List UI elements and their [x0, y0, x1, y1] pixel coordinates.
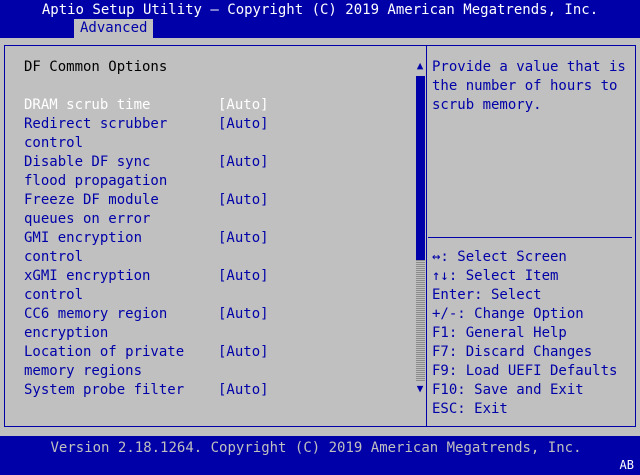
menu-item[interactable]: Disable DF sync flood propagation [Auto] — [24, 153, 269, 191]
menu-item[interactable]: DRAM scrub time [Auto] — [24, 96, 269, 115]
menu-item[interactable]: Location of private memory regions [Auto] — [24, 343, 269, 381]
menu-item[interactable]: Redirect scrubber control [Auto] — [24, 115, 269, 153]
scroll-up-arrow-icon[interactable]: ▲ — [414, 60, 426, 72]
menu-title: DF Common Options — [24, 59, 168, 75]
key-hint: +/-: Change Option — [432, 306, 584, 322]
menu-item-label: Disable DF sync — [24, 154, 151, 170]
help-separator — [428, 237, 632, 238]
app-title: Aptio Setup Utility – Copyright (C) 2019… — [41, 2, 599, 18]
menu-item-value[interactable]: [Auto] — [218, 267, 269, 286]
menu-item-label: Freeze DF module — [24, 192, 159, 208]
scroll-down-arrow-icon[interactable]: ▼ — [414, 383, 426, 395]
menu-item[interactable]: System probe filter [Auto] — [24, 381, 269, 400]
menu-item-label: Redirect scrubber — [24, 116, 168, 132]
key-hint: F9: Load UEFI Defaults — [432, 363, 618, 379]
scrollbar-thumb[interactable] — [416, 76, 425, 260]
menu-item-label: encryption — [24, 325, 109, 341]
menu-item[interactable]: Freeze DF module queues on error [Auto] — [24, 191, 269, 229]
key-hint: ↑↓: Select Item — [432, 268, 559, 284]
menu-item-label: control — [24, 249, 84, 265]
status-badge: AB — [619, 458, 634, 472]
menu-item-label: System probe filter — [24, 382, 185, 398]
menu-item-value[interactable]: [Auto] — [218, 153, 269, 172]
menu-item-value[interactable]: [Auto] — [218, 115, 269, 134]
menu-item-value[interactable]: [Auto] — [218, 191, 269, 210]
menu-item-label: memory regions — [24, 363, 143, 379]
key-hint: F7: Discard Changes — [432, 344, 593, 360]
menu-item-value[interactable]: [Auto] — [218, 96, 269, 115]
menu-item-label: CC6 memory region — [24, 306, 168, 322]
key-legend: ↔: Select Screen ↑↓: Select Item Enter: … — [432, 248, 617, 419]
menu-item-value[interactable]: [Auto] — [218, 381, 269, 400]
menu-item[interactable]: GMI encryption control [Auto] — [24, 229, 269, 267]
key-hint: ESC: Exit — [432, 401, 508, 417]
menu-item[interactable]: xGMI encryption control [Auto] — [24, 267, 269, 305]
menu-item-label: flood propagation — [24, 173, 168, 189]
help-text-line: Provide a value that is — [432, 59, 626, 75]
key-hint: F1: General Help — [432, 325, 567, 341]
menu-item-label: GMI encryption — [24, 230, 143, 246]
panel-divider — [426, 45, 427, 427]
menu-item-label: xGMI encryption — [24, 268, 151, 284]
menu-item-value[interactable]: [Auto] — [218, 305, 269, 324]
key-hint: F10: Save and Exit — [432, 382, 584, 398]
tab-advanced[interactable]: Advanced — [74, 19, 154, 38]
menu-item-label: Location of private — [24, 344, 185, 360]
menu-item-value[interactable]: [Auto] — [218, 229, 269, 248]
menu-item-label: control — [24, 287, 84, 303]
menu-item-label: control — [24, 135, 84, 151]
version-text: Version 2.18.1264. Copyright (C) 2019 Am… — [50, 440, 582, 456]
menu-item[interactable]: CC6 memory region encryption [Auto] — [24, 305, 269, 343]
key-hint: ↔: Select Screen — [432, 249, 567, 265]
menu-item-label: queues on error — [24, 211, 151, 227]
help-text-line: scrub memory. — [432, 97, 542, 113]
key-hint: Enter: Select — [432, 287, 542, 303]
help-text-line: the number of hours to — [432, 78, 618, 94]
menu-item-value[interactable]: [Auto] — [218, 343, 269, 362]
menu-item-label: DRAM scrub time — [24, 97, 151, 113]
